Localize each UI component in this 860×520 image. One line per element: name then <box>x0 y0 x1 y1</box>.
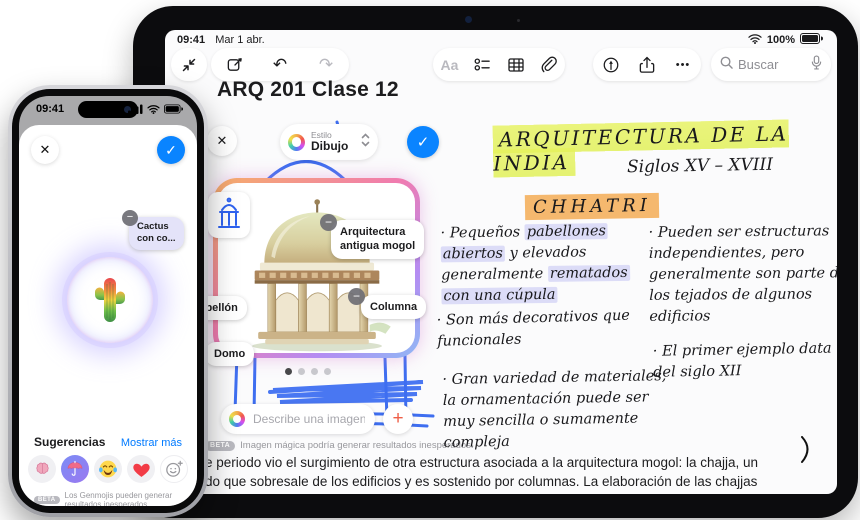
ipad-status-right: 100% <box>748 33 823 47</box>
ipad-beta-row: BETA Imagen mágica podría generar result… <box>205 440 474 451</box>
beta-badge: BETA <box>205 441 235 451</box>
handwritten-bullet-right-1: · Pueden ser estructuras independientes,… <box>649 221 837 328</box>
remove-column-label-button[interactable]: − <box>348 288 365 305</box>
undo-icon[interactable]: ↶ <box>268 53 292 77</box>
note-paragraph: e periodo vio el surgimiento de otra est… <box>205 454 815 491</box>
ipad-status-left: 09:41 Mar 1 abr. <box>177 34 265 46</box>
wand-close-button[interactable]: ✕ <box>207 126 237 156</box>
iphone-device: 09:41 ✕ ✓ <box>8 85 208 517</box>
iphone-beta-row: BETA Los Genmojis pueden generar resulta… <box>34 491 197 506</box>
describe-image-field[interactable] <box>221 404 375 434</box>
mic-icon[interactable] <box>811 55 822 75</box>
remove-cactus-label-button[interactable]: − <box>122 210 138 226</box>
share-icon[interactable] <box>635 53 659 77</box>
genmoji-sheet: ✕ ✓ <box>19 125 197 506</box>
toolbar-edit-group: ↶ ↷ <box>211 48 349 81</box>
toolbar-format-group: Aa <box>433 48 565 81</box>
label-column[interactable]: Columna <box>361 295 426 319</box>
search-icon <box>720 56 733 74</box>
ipad-notes-app: 09:41 Mar 1 abr. 100% <box>165 30 837 494</box>
rainbow-cactus-genmoji <box>87 274 133 326</box>
add-image-button[interactable]: + <box>383 404 413 434</box>
search-placeholder: Buscar <box>738 57 806 72</box>
battery-icon <box>164 104 183 114</box>
heart-emoji[interactable] <box>127 455 155 483</box>
text-format-icon[interactable]: Aa <box>438 53 462 77</box>
toolbar-collapse-group <box>171 48 207 81</box>
genmoji-preview-bubble <box>67 257 153 343</box>
redo-icon[interactable]: ↷ <box>314 53 338 77</box>
pen-stroke <box>799 436 815 464</box>
label-architecture[interactable]: Arquitectura antigua mogol <box>331 220 424 259</box>
handwritten-section: CHHATRI <box>525 195 659 218</box>
label-dome[interactable]: Domo <box>205 342 254 366</box>
image-page-dots[interactable] <box>285 368 331 375</box>
search-field[interactable]: Buscar <box>711 48 831 81</box>
label-architecture-line2: antigua mogol <box>340 239 415 253</box>
note-title: ARQ 201 Clase 12 <box>217 78 399 102</box>
beta-text: Los Genmojis pueden generar resultados i… <box>65 491 198 506</box>
checklist-icon[interactable] <box>471 53 495 77</box>
toolbar-tools-group: ••• <box>593 48 701 81</box>
collapse-toolbar-icon[interactable] <box>177 53 201 77</box>
wifi-icon <box>748 33 762 47</box>
compose-icon[interactable] <box>222 53 246 77</box>
label-architecture-line1: Arquitectura <box>340 225 415 239</box>
wifi-icon <box>147 104 160 114</box>
joy-emoji[interactable] <box>94 455 122 483</box>
suggestion-emoji-row <box>28 455 188 483</box>
genmoji-accept-button[interactable]: ✓ <box>157 136 185 164</box>
iphone-time: 09:41 <box>36 103 64 115</box>
paragraph-line1: e periodo vio el surgimiento de otra est… <box>205 454 815 473</box>
battery-percent: 100% <box>767 34 795 46</box>
iphone-genmoji-screen: 09:41 ✕ ✓ <box>19 96 197 506</box>
signal-icon <box>128 104 143 114</box>
stage: 09:41 Mar 1 abr. 100% <box>0 0 860 520</box>
cactus-label-line2: con co... <box>137 233 176 245</box>
paragraph-line2: do que sobresale de los edificios y es s… <box>205 473 815 492</box>
ipad-date: Mar 1 abr. <box>215 34 265 46</box>
markup-pen-icon[interactable] <box>599 53 623 77</box>
ipad-time: 09:41 <box>177 34 205 46</box>
beta-text: Imagen mágica podría generar resultados … <box>240 440 473 451</box>
beta-badge: BETA <box>34 496 60 504</box>
remove-arch-label-button[interactable]: − <box>320 214 337 231</box>
apple-intelligence-icon <box>229 411 245 427</box>
brain-emoji[interactable] <box>28 455 56 483</box>
handwritten-bullet-1: · Pequeños pabellones abiertos y elevado… <box>440 221 649 308</box>
chevron-up-down-icon <box>361 133 370 152</box>
cactus-label-line1: Cactus <box>137 221 176 233</box>
show-more-link[interactable]: Mostrar más <box>121 437 182 449</box>
iphone-status-icons <box>128 104 183 114</box>
style-value: Dibujo <box>311 140 348 153</box>
cactus-label[interactable]: Cactus con co... <box>129 217 184 250</box>
wand-accept-button[interactable]: ✓ <box>407 126 439 158</box>
battery-icon <box>800 33 823 47</box>
handwritten-bullet-3: · Gran variedad de materiales, la orname… <box>442 366 673 454</box>
table-icon[interactable] <box>504 53 528 77</box>
genmoji-close-button[interactable]: ✕ <box>31 136 59 164</box>
describe-image-input[interactable] <box>251 411 367 427</box>
add-emoji-button[interactable] <box>160 455 188 483</box>
suggestions-title: Sugerencias <box>34 435 105 449</box>
ipad-camera <box>465 16 472 23</box>
handwritten-bullet-2: · Son más decorativos que funcionales <box>436 305 647 352</box>
handwritten-subtitle: Siglos XV – XVIII <box>627 155 773 178</box>
chhatri-image <box>229 195 405 353</box>
ipad-device: 09:41 Mar 1 abr. 100% <box>133 6 858 518</box>
style-dropdown[interactable]: Estilo Dibujo <box>280 124 378 160</box>
style-colorwheel-icon <box>288 134 305 151</box>
handwritten-bullet-right-2: · El primer ejemplo data del siglo XII <box>653 338 837 383</box>
sketch-thumbnail[interactable] <box>208 192 250 238</box>
umbrella-emoji[interactable] <box>61 455 89 483</box>
paperclip-icon[interactable] <box>537 53 561 77</box>
more-icon[interactable]: ••• <box>671 53 695 77</box>
